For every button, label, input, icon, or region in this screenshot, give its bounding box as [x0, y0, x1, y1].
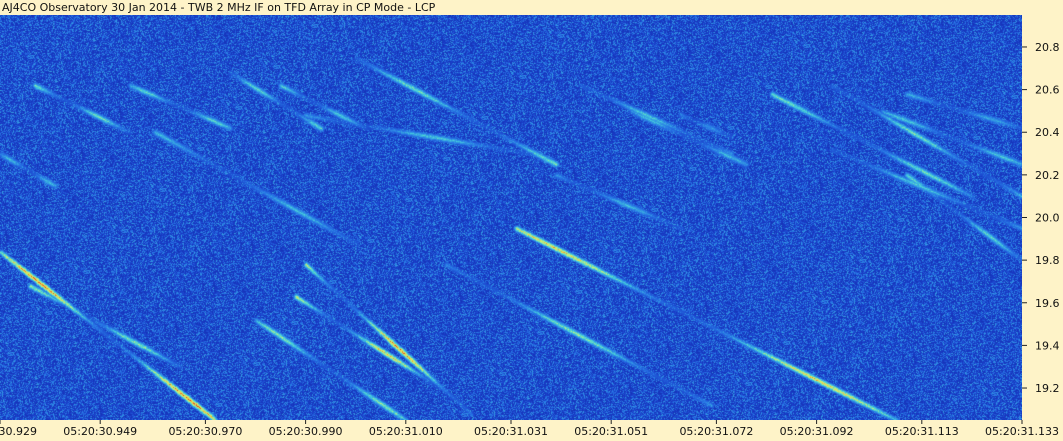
x-tick-label: 05:20:31.010 — [369, 425, 443, 438]
x-tick-label: 05:20:31.031 — [474, 425, 548, 438]
x-axis: 05:20:30.929 05:20:30.949 05:20:30.970 05:2… — [0, 420, 1063, 441]
y-tick-label: 20.8 — [1035, 41, 1060, 54]
x-tick-label: 05:20:31.133 — [985, 425, 1059, 438]
x-tick-label: 05:20:30.970 — [168, 425, 242, 438]
y-tick-label: 20.6 — [1035, 84, 1060, 97]
y-tick-label: 19.8 — [1035, 254, 1060, 267]
x-tick-label: 05:20:30.949 — [63, 425, 137, 438]
y-tick-label: 19.6 — [1035, 297, 1060, 310]
y-tick-label: 20.4 — [1035, 126, 1060, 139]
x-tick-label: 05:20:31.113 — [885, 425, 959, 438]
x-tick-label: 05:20:31.072 — [679, 425, 753, 438]
x-tick-label: 05:20:31.051 — [574, 425, 648, 438]
x-tick-label: 05:20:31.092 — [780, 425, 854, 438]
y-tick-label: 20.0 — [1035, 212, 1060, 225]
y-axis: 19.2 19.4 19.6 19.8 20.0 20.2 20.4 20.6 20.8 — [1022, 15, 1063, 420]
y-tick-label: 19.4 — [1035, 339, 1060, 352]
y-tick-label: 19.2 — [1035, 382, 1060, 395]
x-tick-label: 05:20:30.929 — [0, 425, 37, 438]
x-tick-label: 05:20:30.990 — [269, 425, 343, 438]
spectrogram-plot — [0, 15, 1022, 420]
title-bar: AJ4CO Observatory 30 Jan 2014 - TWB 2 MH… — [0, 0, 1063, 15]
chart-title: AJ4CO Observatory 30 Jan 2014 - TWB 2 MH… — [2, 1, 436, 14]
y-tick-label: 20.2 — [1035, 169, 1060, 182]
